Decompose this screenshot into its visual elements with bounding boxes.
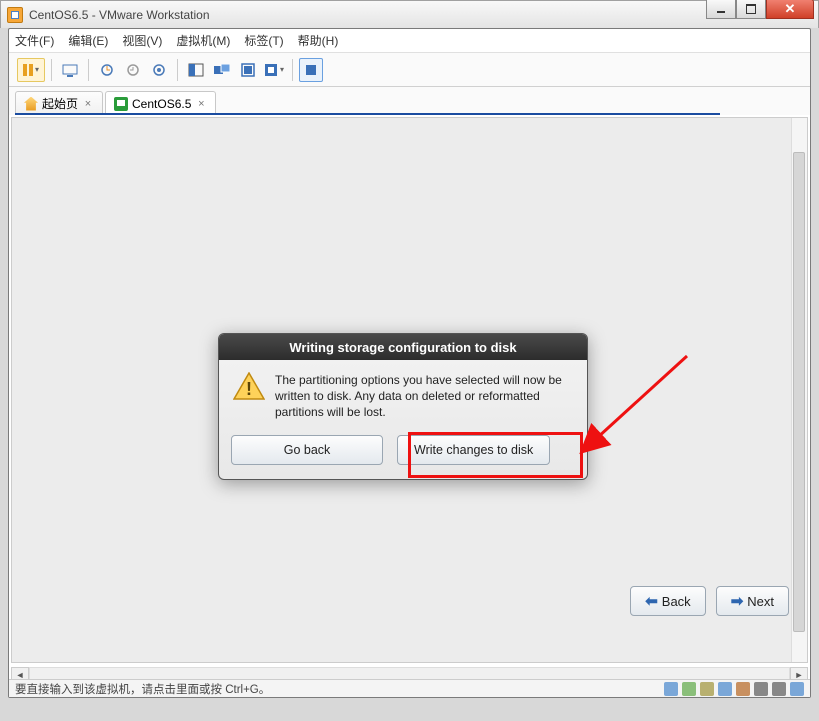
- network-icon[interactable]: [718, 682, 732, 696]
- menu-bar: 文件(F) 编辑(E) 视图(V) 虚拟机(M) 标签(T) 帮助(H): [9, 29, 810, 53]
- menu-tabs[interactable]: 标签(T): [244, 32, 283, 49]
- status-icons: [664, 682, 804, 696]
- snapshot-revert-button[interactable]: [121, 58, 145, 82]
- menu-view[interactable]: 视图(V): [122, 32, 162, 49]
- cd-icon[interactable]: [682, 682, 696, 696]
- window-controls: ✕: [706, 0, 814, 19]
- menu-vm[interactable]: 虚拟机(M): [176, 32, 230, 49]
- storage-dialog: Writing storage configuration to disk ! …: [218, 333, 588, 480]
- close-button[interactable]: ✕: [766, 0, 814, 19]
- status-hint: 要直接输入到该虚拟机，请点击里面或按 Ctrl+G。: [15, 681, 270, 697]
- tab-home-label: 起始页: [42, 95, 78, 112]
- window-titlebar: CentOS6.5 - VMware Workstation ✕: [0, 0, 819, 28]
- maximize-button[interactable]: [736, 0, 766, 19]
- window-title: CentOS6.5 - VMware Workstation: [29, 8, 210, 22]
- app-window: 文件(F) 编辑(E) 视图(V) 虚拟机(M) 标签(T) 帮助(H) ▾ ▾…: [8, 28, 811, 698]
- hdd-icon[interactable]: [664, 682, 678, 696]
- app-icon: [7, 7, 23, 23]
- menu-edit[interactable]: 编辑(E): [68, 32, 108, 49]
- write-changes-button[interactable]: Write changes to disk: [397, 435, 550, 465]
- cycle-windows-button[interactable]: [299, 58, 323, 82]
- next-button[interactable]: ➡Next: [716, 586, 789, 616]
- go-back-button[interactable]: Go back: [231, 435, 383, 465]
- devices-button[interactable]: [58, 58, 82, 82]
- scroll-thumb[interactable]: [793, 152, 805, 632]
- minimize-button[interactable]: [706, 0, 736, 19]
- annotation-arrow: [572, 346, 702, 456]
- display-icon[interactable]: [790, 682, 804, 696]
- separator: [51, 59, 52, 81]
- pause-button[interactable]: ▾: [17, 58, 45, 82]
- dialog-message: The partitioning options you have select…: [275, 372, 573, 421]
- show-console-button[interactable]: [184, 58, 208, 82]
- printer-icon[interactable]: [772, 682, 786, 696]
- snapshot-take-button[interactable]: [95, 58, 119, 82]
- tab-centos-close[interactable]: ×: [195, 98, 207, 110]
- vertical-scrollbar[interactable]: [791, 118, 807, 662]
- tab-bar: 起始页 × CentOS6.5 ×: [9, 87, 810, 115]
- vm-icon: [114, 97, 128, 111]
- vm-display-area[interactable]: Writing storage configuration to disk ! …: [11, 117, 808, 663]
- unity-button[interactable]: ▾: [262, 58, 286, 82]
- tab-centos[interactable]: CentOS6.5 ×: [105, 91, 216, 115]
- tab-home[interactable]: 起始页 ×: [15, 91, 103, 115]
- menu-file[interactable]: 文件(F): [15, 32, 54, 49]
- toolbar: ▾ ▾: [9, 53, 810, 87]
- multimonitor-button[interactable]: [210, 58, 234, 82]
- warning-icon: !: [233, 372, 265, 400]
- dialog-title: Writing storage configuration to disk: [219, 334, 587, 360]
- sound-icon[interactable]: [754, 682, 768, 696]
- arrow-right-icon: ➡: [731, 592, 744, 610]
- floppy-icon[interactable]: [700, 682, 714, 696]
- usb-icon[interactable]: [736, 682, 750, 696]
- back-button[interactable]: ⬅Back: [630, 586, 705, 616]
- separator: [88, 59, 89, 81]
- menu-help[interactable]: 帮助(H): [298, 32, 339, 49]
- separator: [292, 59, 293, 81]
- arrow-left-icon: ⬅: [645, 592, 658, 610]
- status-bar: 要直接输入到该虚拟机，请点击里面或按 Ctrl+G。: [9, 679, 810, 697]
- fullscreen-button[interactable]: [236, 58, 260, 82]
- snapshot-manage-button[interactable]: [147, 58, 171, 82]
- home-icon: [24, 97, 38, 111]
- tab-centos-label: CentOS6.5: [132, 97, 191, 111]
- separator: [177, 59, 178, 81]
- tab-home-close[interactable]: ×: [82, 98, 94, 110]
- svg-text:!: !: [246, 379, 252, 399]
- wizard-nav: ⬅Back ➡Next: [630, 586, 789, 616]
